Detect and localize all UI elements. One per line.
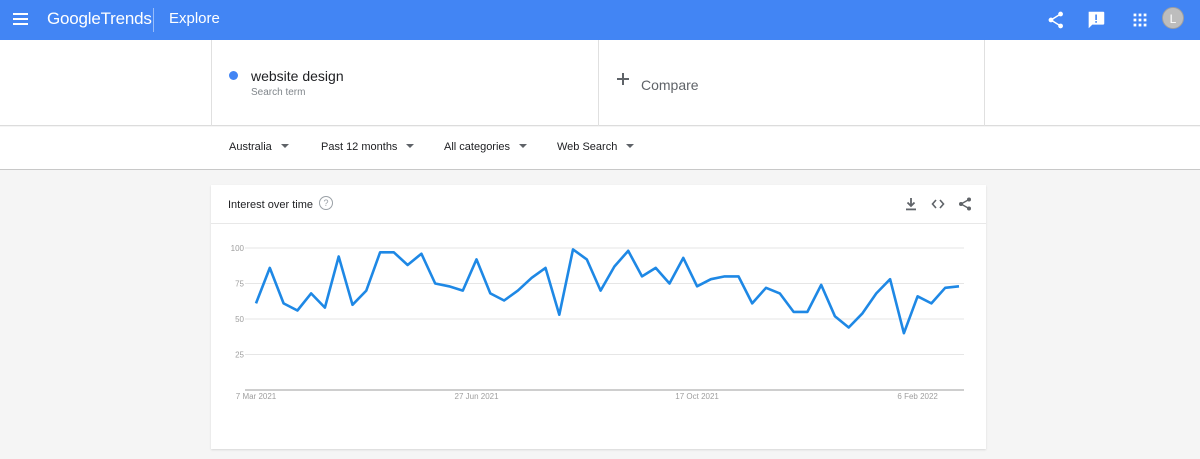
x-tick-label: 27 Jun 2021 bbox=[455, 392, 500, 401]
header-divider bbox=[153, 8, 154, 32]
page-title: Explore bbox=[169, 10, 220, 27]
interest-line-chart: 25 50 75 100 7 Mar 2021 27 Jun 2021 17 Oct 20… bbox=[231, 244, 964, 401]
time-range-label: Past 12 months bbox=[321, 141, 398, 153]
search-term-card[interactable]: website design Search term bbox=[211, 40, 598, 126]
category-label: All categories bbox=[444, 141, 511, 153]
share-icon[interactable] bbox=[1045, 9, 1067, 31]
embed-icon[interactable] bbox=[930, 196, 946, 212]
search-type-dropdown[interactable]: Web Search bbox=[557, 141, 635, 153]
compare-button[interactable]: Compare bbox=[598, 40, 985, 126]
caret-down-icon bbox=[519, 144, 528, 148]
region-label: Australia bbox=[229, 141, 272, 153]
search-term-label[interactable]: website design bbox=[251, 68, 344, 84]
y-tick-label: 50 bbox=[235, 315, 244, 324]
menu-icon[interactable] bbox=[12, 11, 30, 29]
compare-label: Compare bbox=[641, 77, 699, 93]
search-terms-bar: website design Search term Compare bbox=[0, 40, 1200, 126]
x-tick-label: 7 Mar 2021 bbox=[236, 392, 277, 401]
card-header: Interest over time ? bbox=[211, 185, 986, 224]
caret-down-icon bbox=[406, 144, 415, 148]
google-trends-logo[interactable]: GoogleTrends bbox=[47, 9, 152, 29]
share-icon[interactable] bbox=[957, 196, 973, 212]
chart-x-ticks: 7 Mar 2021 27 Jun 2021 17 Oct 2021 6 Feb 20… bbox=[236, 392, 939, 401]
download-icon[interactable] bbox=[903, 196, 919, 212]
search-type-label: Web Search bbox=[557, 141, 618, 153]
term-color-dot bbox=[229, 71, 238, 80]
y-tick-label: 100 bbox=[231, 244, 245, 253]
apps-icon[interactable] bbox=[1129, 9, 1151, 31]
filters-bar: Australia Past 12 months All categories … bbox=[0, 127, 1200, 170]
y-tick-label: 75 bbox=[235, 280, 244, 289]
plus-icon bbox=[617, 73, 629, 85]
category-dropdown[interactable]: All categories bbox=[444, 141, 528, 153]
x-tick-label: 6 Feb 2022 bbox=[897, 392, 938, 401]
card-title: Interest over time bbox=[228, 199, 313, 211]
search-term-type: Search term bbox=[251, 87, 306, 98]
y-tick-label: 25 bbox=[235, 351, 244, 360]
caret-down-icon bbox=[280, 144, 289, 148]
x-tick-label: 17 Oct 2021 bbox=[675, 392, 719, 401]
caret-down-icon bbox=[626, 144, 635, 148]
series-line-website-design bbox=[254, 248, 960, 335]
top-app-bar: GoogleTrends Explore L bbox=[0, 0, 1200, 40]
logo-trends-text: Trends bbox=[100, 9, 152, 28]
chart-y-ticks: 25 50 75 100 bbox=[231, 244, 245, 360]
interest-over-time-card: Interest over time ? 25 50 75 100 7 Mar 202… bbox=[211, 185, 986, 449]
feedback-icon[interactable] bbox=[1085, 9, 1107, 31]
time-range-dropdown[interactable]: Past 12 months bbox=[321, 141, 415, 153]
logo-google-text: Google bbox=[47, 9, 101, 28]
region-dropdown[interactable]: Australia bbox=[229, 141, 289, 153]
help-icon[interactable]: ? bbox=[319, 196, 333, 210]
account-avatar[interactable]: L bbox=[1162, 7, 1184, 29]
chart-gridlines bbox=[245, 247, 964, 355]
